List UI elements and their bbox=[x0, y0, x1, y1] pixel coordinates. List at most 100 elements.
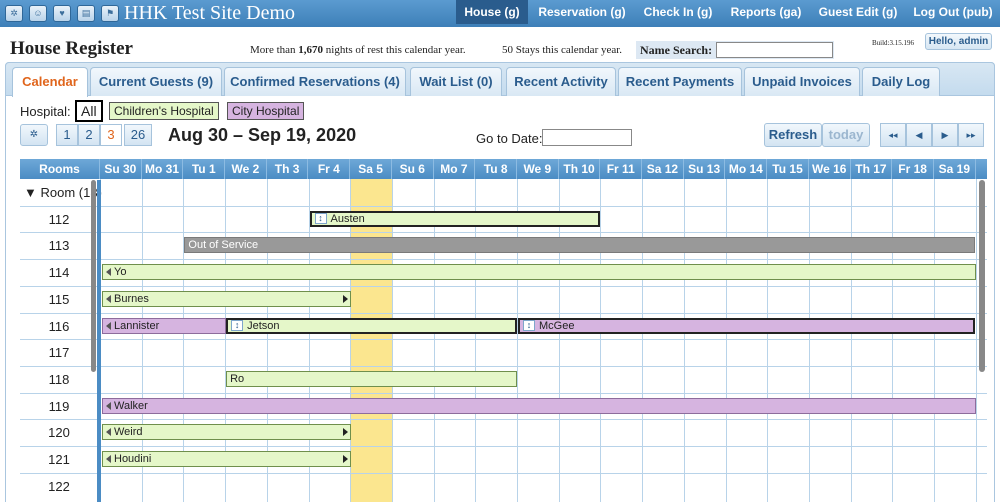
continue-left-icon bbox=[106, 268, 111, 277]
weeks-button-1[interactable]: 1 bbox=[56, 124, 78, 146]
grid-column-line bbox=[725, 179, 727, 502]
user-icon[interactable]: ☺ bbox=[29, 5, 47, 22]
room-label: 118 bbox=[48, 371, 70, 387]
settings-button[interactable]: ✲ bbox=[20, 124, 48, 146]
nav-house-g-[interactable]: House (g) bbox=[456, 0, 528, 24]
calendar-header: Rooms Su 30 Mo 31 Tu 1 We 2 Th 3 Fr 4 Sa 5 Su 6M… bbox=[20, 159, 987, 179]
day-header[interactable]: We 16 bbox=[809, 159, 851, 179]
grid-row-line bbox=[20, 392, 987, 394]
grid-column-line bbox=[850, 179, 852, 502]
build-version: Build:3.15.196 bbox=[872, 39, 915, 47]
move-icon[interactable]: ↕ bbox=[231, 320, 244, 332]
today-button[interactable]: today bbox=[822, 123, 870, 147]
rooms-scrollbar[interactable] bbox=[91, 180, 96, 372]
room-label: 115 bbox=[48, 291, 70, 307]
stays-stat: 50 Stays this calendar year. bbox=[502, 44, 623, 56]
hospital-option-children-s-hospital[interactable]: Children's Hospital bbox=[109, 102, 219, 120]
tab-confirmed-reservations[interactable]: Confirmed Reservations (4) bbox=[224, 67, 406, 96]
move-icon[interactable]: ↕ bbox=[523, 320, 535, 332]
day-header[interactable]: Fr 18 bbox=[892, 159, 934, 179]
reservation-bar[interactable]: ↕ McGee bbox=[518, 317, 975, 334]
grid-column-line bbox=[433, 179, 435, 502]
prev-button[interactable]: ◀ bbox=[906, 123, 932, 147]
continue-left-icon bbox=[106, 321, 111, 330]
hospital-option-city-hospital[interactable]: City Hospital bbox=[227, 102, 305, 120]
collapse-triangle-icon[interactable]: ▼ bbox=[24, 185, 40, 200]
grid-column-line bbox=[391, 179, 393, 502]
day-header[interactable]: Tu 15 bbox=[767, 159, 809, 179]
tab-current-guests[interactable]: Current Guests (9) bbox=[90, 67, 222, 96]
heart-icon[interactable]: ♥ bbox=[53, 5, 71, 22]
day-header[interactable]: Th 10 bbox=[559, 159, 601, 179]
reservation-bar[interactable]: Out of Service bbox=[184, 237, 975, 254]
nav-reservation-g-[interactable]: Reservation (g) bbox=[530, 0, 634, 24]
reservation-name: Jetson bbox=[247, 319, 280, 332]
reservation-bar[interactable]: Yo bbox=[102, 264, 976, 281]
nav-guest-edit-g-[interactable]: Guest Edit (g) bbox=[812, 0, 904, 24]
weeks-button-2[interactable]: 2 bbox=[78, 124, 100, 146]
reservation-bar[interactable]: Lannister bbox=[102, 317, 227, 334]
continue-left-icon bbox=[106, 455, 111, 464]
weeks-button-26[interactable]: 26 bbox=[124, 124, 152, 146]
day-header[interactable]: Su 6 bbox=[392, 159, 434, 179]
tab-wait-list[interactable]: Wait List (0) bbox=[410, 67, 502, 96]
weeks-button-3[interactable]: 3 bbox=[100, 124, 122, 146]
day-header[interactable]: We 2 bbox=[225, 159, 267, 179]
next-button[interactable]: ▶ bbox=[932, 123, 958, 147]
gear-icon[interactable]: ✲ bbox=[5, 5, 23, 22]
day-header[interactable]: Sa 12 bbox=[642, 159, 684, 179]
rooms-header: Rooms bbox=[20, 159, 100, 179]
day-header[interactable]: We 9 bbox=[517, 159, 559, 179]
reservation-bar[interactable]: ↕ Jetson bbox=[226, 317, 517, 334]
day-header[interactable]: Sa 5 bbox=[350, 159, 392, 179]
continue-left-icon bbox=[106, 294, 111, 303]
reservation-name: Ro bbox=[230, 372, 245, 385]
day-header[interactable]: Mo 14 bbox=[726, 159, 768, 179]
grid-column-line bbox=[517, 179, 518, 502]
user-greeting-button[interactable]: Hello, admin bbox=[925, 33, 992, 50]
day-header[interactable]: Th 3 bbox=[267, 159, 309, 179]
name-search-input[interactable] bbox=[716, 42, 833, 58]
move-icon[interactable]: ↕ bbox=[314, 213, 327, 225]
reservation-bar[interactable]: Walker bbox=[102, 397, 976, 414]
tab-daily-log[interactable]: Daily Log bbox=[862, 67, 940, 96]
reservation-bar[interactable]: Weird bbox=[102, 424, 352, 441]
nav-reports-ga-[interactable]: Reports (ga) bbox=[722, 0, 810, 24]
reservation-bar[interactable]: ↕ Austen bbox=[309, 210, 601, 227]
day-header[interactable]: Mo 7 bbox=[434, 159, 476, 179]
reservation-bar[interactable]: Burnes bbox=[102, 290, 352, 307]
reservation-bar[interactable]: Ro bbox=[226, 370, 517, 387]
tab-calendar[interactable]: Calendar bbox=[12, 67, 88, 97]
reservation-name: Burnes bbox=[114, 292, 149, 305]
tab-recent-activity[interactable]: Recent Activity bbox=[506, 67, 616, 96]
reservation-bar[interactable]: Houdini bbox=[102, 451, 352, 467]
reservation-name: Yo bbox=[114, 266, 127, 279]
nav-check-in-g-[interactable]: Check In (g) bbox=[636, 0, 720, 24]
grid-row-line bbox=[20, 285, 987, 287]
tab-unpaid-invoices[interactable]: Unpaid Invoices bbox=[744, 67, 860, 96]
day-header[interactable]: Fr 4 bbox=[309, 159, 351, 179]
goto-date-input[interactable] bbox=[542, 129, 632, 146]
day-header[interactable]: Th 17 bbox=[851, 159, 893, 179]
day-header[interactable]: Tu 1 bbox=[183, 159, 226, 179]
day-header[interactable]: Tu 8 bbox=[475, 159, 517, 179]
last-button[interactable]: ▸▸ bbox=[958, 123, 984, 147]
gear-icon: ✲ bbox=[29, 129, 39, 140]
nav-log-out-pub-[interactable]: Log Out (pub) bbox=[906, 0, 1000, 24]
grid-column-line bbox=[475, 179, 477, 502]
timeline-scrollbar[interactable] bbox=[979, 180, 985, 372]
calendar-icon[interactable]: ▤ bbox=[77, 5, 95, 22]
day-header[interactable]: Sa 19 bbox=[934, 159, 976, 179]
day-header[interactable]: Su 30 bbox=[100, 159, 142, 179]
hospital-option-all[interactable]: All bbox=[75, 100, 103, 122]
day-header[interactable]: Mo 31 bbox=[142, 159, 184, 179]
tab-recent-payments[interactable]: Recent Payments bbox=[618, 67, 742, 96]
continue-left-icon bbox=[106, 401, 111, 410]
flag-icon[interactable]: ⚑ bbox=[101, 5, 119, 22]
refresh-button[interactable]: Refresh bbox=[764, 123, 822, 147]
timeline-left-edge bbox=[97, 180, 101, 502]
day-header[interactable]: Su 13 bbox=[684, 159, 726, 179]
day-header[interactable]: Fr 11 bbox=[600, 159, 643, 179]
first-button[interactable]: ◂◂ bbox=[880, 123, 906, 147]
grid-column-line bbox=[600, 179, 602, 502]
